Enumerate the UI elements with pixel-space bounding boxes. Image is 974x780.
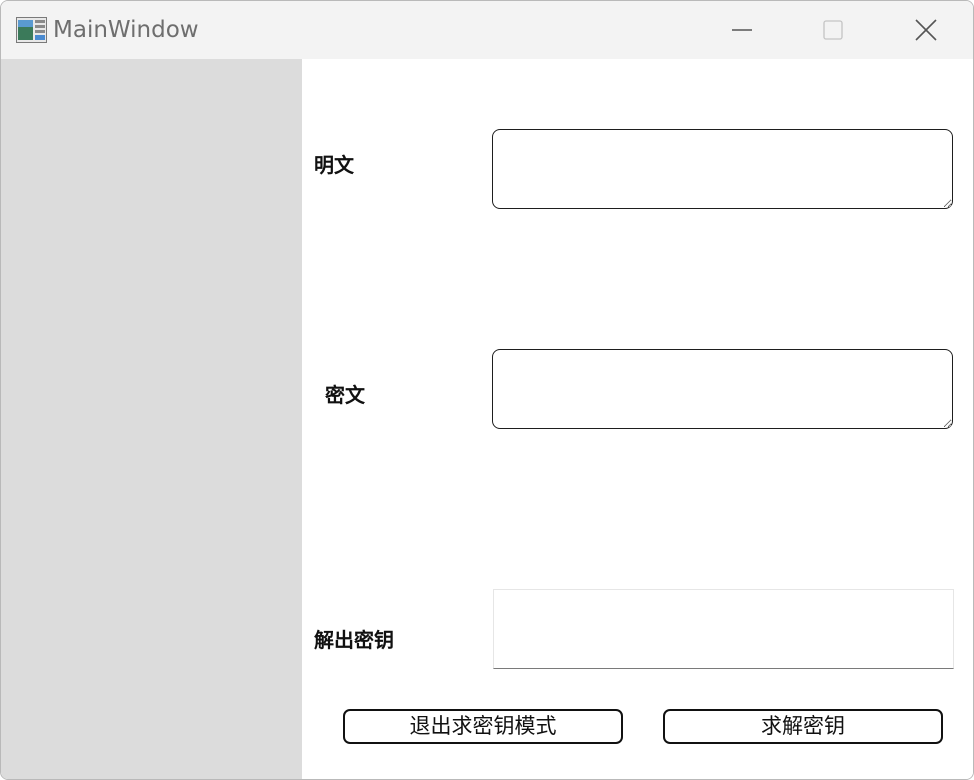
- window-title: MainWindow: [53, 17, 199, 43]
- minimize-button[interactable]: [696, 1, 788, 59]
- maximize-icon: [823, 20, 843, 40]
- close-button[interactable]: [879, 1, 971, 59]
- key-output[interactable]: [493, 589, 954, 669]
- main-window: MainWindow 明文 密文 解出密钥 退出求密钥模式 求解密钥: [0, 0, 974, 780]
- left-panel: [1, 59, 302, 779]
- solve-key-button[interactable]: 求解密钥: [663, 709, 943, 744]
- maximize-button[interactable]: [787, 1, 879, 59]
- minimize-icon: [732, 29, 752, 31]
- app-window-icon: [16, 17, 47, 43]
- key-label: 解出密钥: [314, 628, 394, 652]
- close-icon: [915, 19, 937, 41]
- ciphertext-input[interactable]: [492, 349, 953, 429]
- ciphertext-label: 密文: [325, 383, 365, 407]
- title-bar[interactable]: MainWindow: [1, 1, 973, 59]
- exit-key-mode-button[interactable]: 退出求密钥模式: [343, 709, 623, 744]
- plaintext-label: 明文: [314, 153, 354, 177]
- plaintext-input[interactable]: [492, 129, 953, 209]
